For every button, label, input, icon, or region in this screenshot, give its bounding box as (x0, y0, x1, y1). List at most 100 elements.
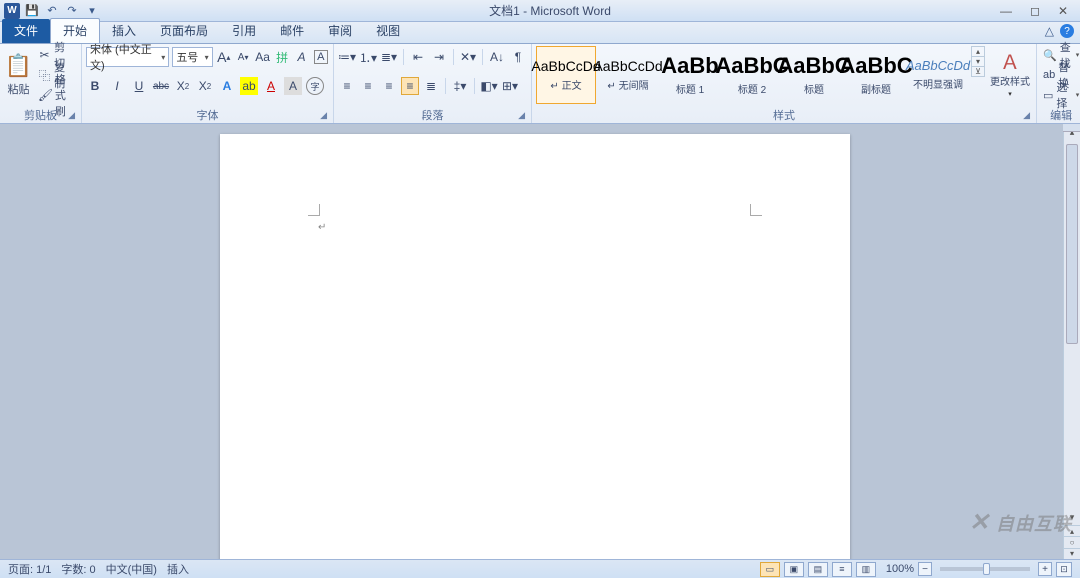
zoom-level[interactable]: 100% (886, 563, 914, 575)
enclosed-char-button[interactable]: 字 (306, 77, 324, 95)
text-effects-button[interactable]: A (218, 77, 236, 95)
status-insert-mode[interactable]: 插入 (167, 561, 189, 577)
window-minimize[interactable]: — (1000, 4, 1012, 18)
line-spacing-button[interactable]: ‡▾ (451, 77, 469, 95)
styles-gallery: AaBbCcDd↵ 正文AaBbCcDd↵ 无间隔AaBb标题 1AaBbC标题… (536, 46, 968, 104)
window-close[interactable]: ✕ (1058, 4, 1068, 18)
view-web-layout[interactable]: ▤ (808, 562, 828, 577)
paste-button[interactable]: 📋 粘贴 (4, 46, 33, 104)
increase-indent-button[interactable]: ⇥ (430, 48, 448, 66)
group-clipboard: 📋 粘贴 ✂剪切 ⿻复制 🖌格式刷 剪贴板◢ (0, 44, 82, 123)
phonetic-guide-button[interactable]: 拼 (274, 48, 290, 66)
subscript-button[interactable]: X2 (174, 77, 192, 95)
brush-icon: 🖌 (38, 88, 52, 102)
align-left-button[interactable]: ≡ (338, 77, 356, 95)
numbering-button[interactable]: ⒈▾ (359, 48, 377, 66)
style-item-6[interactable]: AaBbCcDd不明显强调 (908, 46, 968, 104)
grow-font-button[interactable]: A▴ (216, 48, 232, 66)
split-handle[interactable] (1063, 124, 1080, 132)
style-item-3[interactable]: AaBbC标题 2 (722, 46, 782, 104)
borders-button[interactable]: ⊞▾ (501, 77, 519, 95)
shading-button[interactable]: ◧▾ (480, 77, 498, 95)
qat-customize[interactable]: ▾ (84, 3, 100, 19)
zoom-in[interactable]: + (1038, 562, 1052, 576)
view-print-layout[interactable]: ▭ (760, 562, 780, 577)
ribbon-minimize-icon[interactable]: △ (1045, 24, 1054, 38)
style-item-4[interactable]: AaBbC标题 (784, 46, 844, 104)
status-page[interactable]: 页面: 1/1 (8, 561, 51, 577)
font-color-button[interactable]: A (262, 77, 280, 95)
tab-page-layout[interactable]: 页面布局 (148, 19, 220, 43)
window-title: 文档1 - Microsoft Word (100, 2, 1000, 19)
font-launcher[interactable]: ◢ (320, 110, 327, 121)
highlight-button[interactable]: ab (240, 77, 258, 95)
paste-icon: 📋 (5, 53, 32, 79)
shrink-font-button[interactable]: A▾ (235, 48, 251, 66)
justify-button[interactable]: ≡ (401, 77, 419, 95)
style-item-0[interactable]: AaBbCcDd↵ 正文 (536, 46, 596, 104)
browse-object[interactable]: ○ (1064, 536, 1080, 547)
show-marks-button[interactable]: ¶ (509, 48, 527, 66)
help-icon[interactable]: ? (1060, 24, 1074, 38)
status-word-count[interactable]: 字数: 0 (61, 561, 95, 577)
status-language[interactable]: 中文(中国) (106, 561, 157, 577)
zoom-out[interactable]: − (918, 562, 932, 576)
select-button[interactable]: ▭选择▾ (1041, 86, 1080, 104)
gallery-up[interactable]: ▴ (972, 47, 984, 57)
gallery-down[interactable]: ▾ (972, 57, 984, 67)
superscript-button[interactable]: X2 (196, 77, 214, 95)
next-page[interactable]: ▾ (1064, 548, 1080, 559)
tab-file[interactable]: 文件 (2, 19, 50, 43)
window-maximize[interactable]: ◻ (1030, 4, 1040, 18)
distribute-button[interactable]: ≣ (422, 77, 440, 95)
align-center-button[interactable]: ≡ (359, 77, 377, 95)
qat-undo[interactable]: ↶ (44, 3, 60, 19)
change-styles-button[interactable]: Ａ 更改样式 ▾ (988, 46, 1032, 98)
style-item-5[interactable]: AaBbC副标题 (846, 46, 906, 104)
tab-review[interactable]: 审阅 (316, 19, 364, 43)
font-size-combo[interactable]: 五号▾ (172, 47, 212, 67)
bold-button[interactable]: B (86, 77, 104, 95)
tab-mailings[interactable]: 邮件 (268, 19, 316, 43)
strikethrough-button[interactable]: abc (152, 77, 170, 95)
ribbon-tabs: 文件 开始 插入 页面布局 引用 邮件 审阅 视图 △ ? (0, 22, 1080, 44)
bullets-button[interactable]: ≔▾ (338, 48, 356, 66)
qat-redo[interactable]: ↷ (64, 3, 80, 19)
qat-save[interactable]: 💾 (24, 3, 40, 19)
char-shading-button[interactable]: A (284, 77, 302, 95)
format-painter-button[interactable]: 🖌格式刷 (36, 86, 77, 104)
scroll-thumb[interactable] (1066, 144, 1078, 344)
document-page[interactable]: ↵ (220, 134, 850, 559)
clipboard-launcher[interactable]: ◢ (68, 110, 75, 121)
tab-insert[interactable]: 插入 (100, 19, 148, 43)
font-name-combo[interactable]: 宋体 (中文正文)▾ (86, 47, 169, 67)
gallery-expand[interactable]: ⊻ (972, 67, 984, 76)
styles-launcher[interactable]: ◢ (1023, 110, 1030, 121)
decrease-indent-button[interactable]: ⇤ (409, 48, 427, 66)
char-border-button[interactable]: A (313, 48, 329, 66)
style-item-2[interactable]: AaBb标题 1 (660, 46, 720, 104)
paragraph-launcher[interactable]: ◢ (518, 110, 525, 121)
paragraph-mark: ↵ (318, 222, 326, 233)
zoom-fit[interactable]: ⊡ (1056, 562, 1072, 577)
sort-button[interactable]: A↓ (488, 48, 506, 66)
view-outline[interactable]: ≡ (832, 562, 852, 577)
clear-format-button[interactable]: A (293, 48, 309, 66)
multilevel-list-button[interactable]: ≣▾ (380, 48, 398, 66)
vertical-scrollbar[interactable]: ▴ ▾ ▴ ○ ▾ (1063, 124, 1080, 559)
align-right-button[interactable]: ≡ (380, 77, 398, 95)
asian-layout-button[interactable]: ✕▾ (459, 48, 477, 66)
tab-view[interactable]: 视图 (364, 19, 412, 43)
zoom-knob[interactable] (983, 563, 990, 575)
group-styles: AaBbCcDd↵ 正文AaBbCcDd↵ 无间隔AaBb标题 1AaBbC标题… (532, 44, 1037, 123)
clipboard-label: 剪贴板 (24, 107, 57, 123)
styles-gallery-more[interactable]: ▴ ▾ ⊻ (971, 46, 985, 77)
zoom-slider[interactable] (940, 567, 1030, 571)
underline-button[interactable]: U (130, 77, 148, 95)
style-item-1[interactable]: AaBbCcDd↵ 无间隔 (598, 46, 658, 104)
italic-button[interactable]: I (108, 77, 126, 95)
view-draft[interactable]: ▥ (856, 562, 876, 577)
change-case-button[interactable]: Aa (254, 48, 271, 66)
tab-references[interactable]: 引用 (220, 19, 268, 43)
view-full-screen[interactable]: ▣ (784, 562, 804, 577)
